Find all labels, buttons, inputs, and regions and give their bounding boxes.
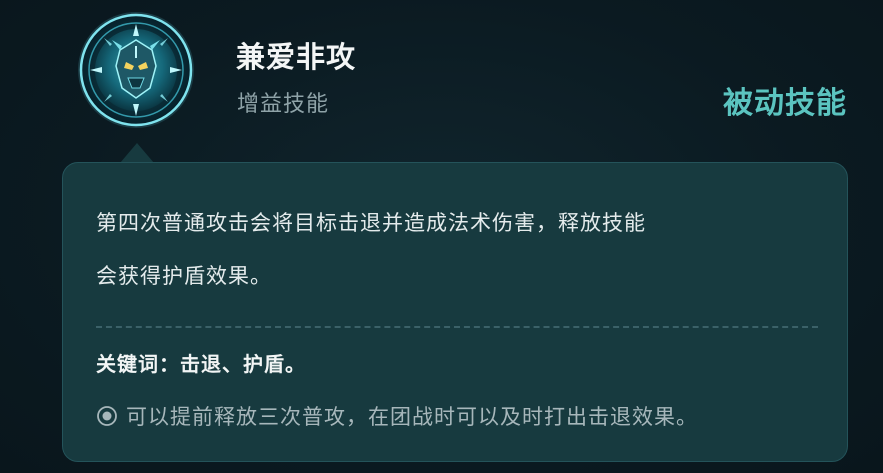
skill-category: 增益技能 — [237, 92, 330, 117]
description-line-1: 第四次普通攻击会将目标击退并造成法术伤害，释放技能 — [96, 211, 646, 235]
panel-pointer — [120, 143, 154, 163]
target-dot-icon — [96, 405, 118, 427]
keywords-text: 关键词：击退、护盾。 — [96, 352, 306, 376]
description-line-2: 会获得护盾效果。 — [96, 264, 272, 288]
skill-tooltip-screen: 兼爱非攻 增益技能 被动技能 第四次普通攻击会将目标击退并造成法术伤害，释放技能… — [0, 0, 883, 473]
mechanical-guardian-emblem-icon — [78, 12, 194, 128]
dashed-divider — [96, 326, 818, 328]
tip-text: 可以提前释放三次普攻，在团战时可以及时打出击退效果。 — [126, 405, 698, 429]
tip-row: 可以提前释放三次普攻，在团战时可以及时打出击退效果。 — [96, 401, 698, 431]
skill-name: 兼爱非攻 — [236, 40, 357, 74]
skill-icon[interactable] — [76, 10, 196, 130]
skill-type-label: 被动技能 — [723, 86, 847, 121]
